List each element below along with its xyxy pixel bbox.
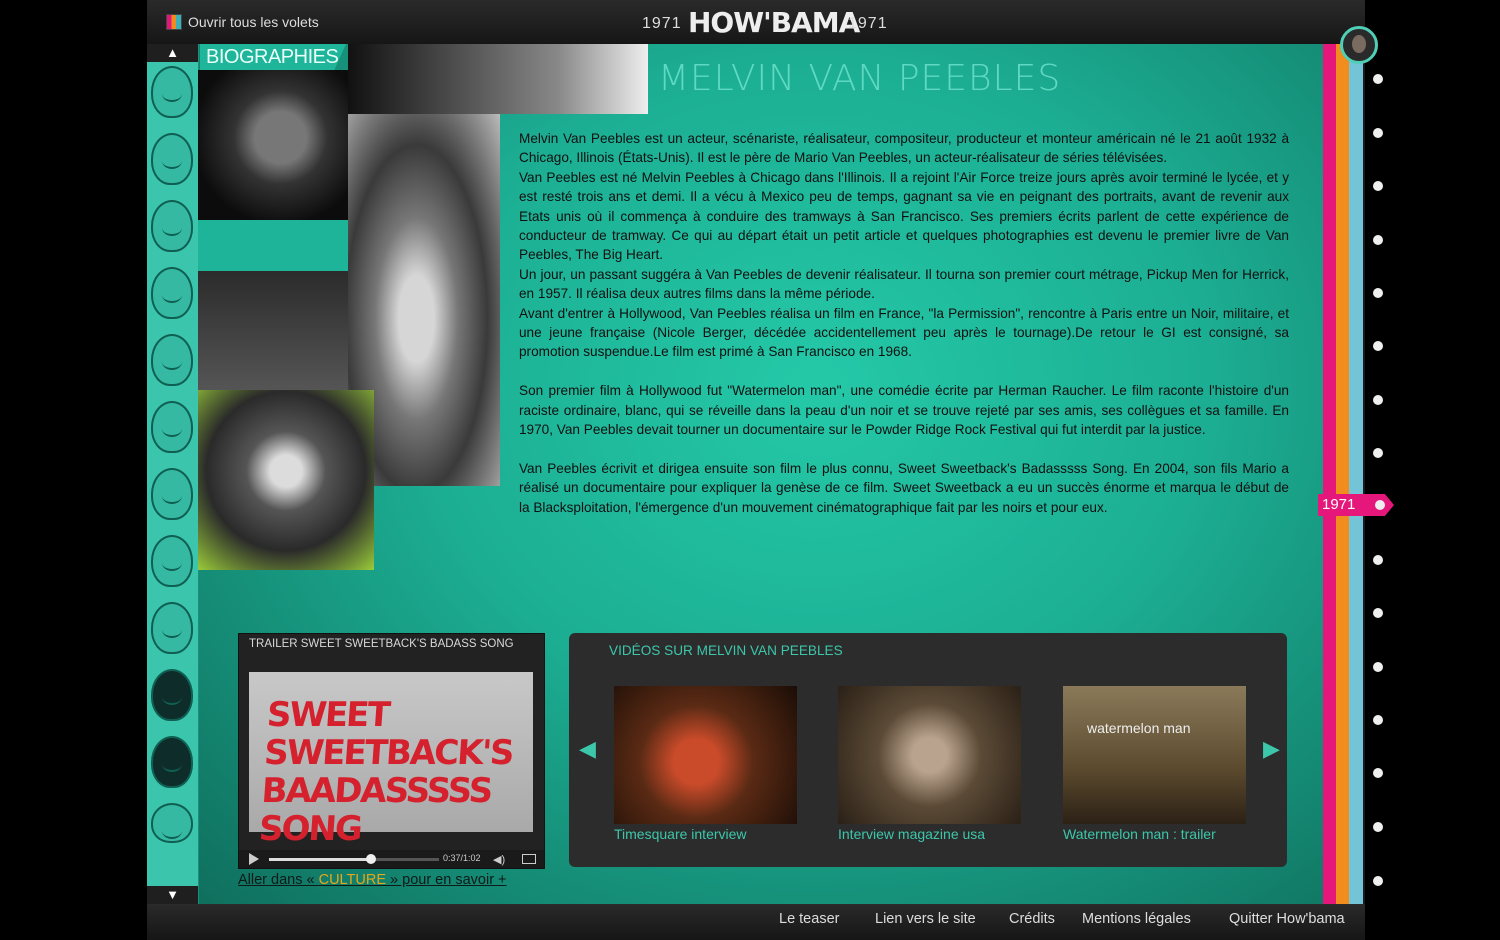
scroll-up-button[interactable]: ▲	[147, 44, 198, 62]
timeline-dot[interactable]	[1373, 555, 1383, 565]
fullscreen-icon[interactable]	[522, 854, 536, 864]
bio-paragraph: Van Peebles écrivit et dirigea ensuite s…	[519, 460, 1289, 515]
progress-fill	[269, 858, 371, 861]
portrait-face-icon[interactable]	[151, 334, 193, 386]
timeline-stripe-blue	[1349, 44, 1363, 904]
video-caption[interactable]: Interview magazine usa	[838, 826, 985, 842]
timeline-dot[interactable]	[1373, 395, 1383, 405]
rainbow-icon	[166, 14, 182, 30]
progress-bar[interactable]	[269, 854, 439, 864]
avatar[interactable]	[1340, 26, 1378, 64]
portrait-face-icon-selected[interactable]	[151, 669, 193, 721]
carousel-next-button[interactable]: ▶	[1263, 736, 1280, 762]
portrait-face-icon[interactable]	[151, 66, 193, 118]
timeline-dot[interactable]	[1373, 128, 1383, 138]
video-caption[interactable]: Timesquare interview	[614, 826, 747, 842]
video-caption[interactable]: Watermelon man : trailer	[1063, 826, 1216, 842]
portrait-sidebar: ▲ ▼	[147, 44, 199, 904]
videos-panel: VIDÉOS SUR MELVIN VAN PEEBLES ◀ ▶ Timesq…	[569, 633, 1287, 867]
bio-paragraph: Son premier film à Hollywood fut "Waterm…	[519, 383, 1289, 438]
footer-link-legal[interactable]: Mentions légales	[1082, 911, 1191, 927]
bio-paragraph: Van Peebles est né Melvin Peebles à Chic…	[519, 169, 1289, 263]
photo-collage-fill	[198, 220, 348, 390]
trailer-video-player[interactable]: TRAILER SWEET SWEETBACK'S BADASS SONG SW…	[238, 633, 545, 869]
thumbnail-image[interactable]	[838, 686, 1021, 824]
portrait-face-icon[interactable]	[151, 602, 193, 654]
timeline-dot[interactable]	[1373, 822, 1383, 832]
page-title: MELVIN VAN PEEBLES	[658, 58, 1062, 99]
timeline-dot[interactable]	[1373, 235, 1383, 245]
timeline-dot[interactable]	[1373, 181, 1383, 191]
video-thumbnail[interactable]: Timesquare interview	[614, 686, 797, 842]
timeline-dot[interactable]	[1373, 608, 1383, 618]
timeline-dot[interactable]	[1373, 715, 1383, 725]
timeline-current-year[interactable]: 1971	[1318, 494, 1394, 516]
footer-link-quit[interactable]: Quitter How'bama	[1229, 911, 1345, 927]
video-title-card: SWEET SWEETBACK'S BAADASSSSS SONG	[257, 695, 539, 849]
portrait-face-icon[interactable]	[151, 736, 193, 788]
footer-link-credits[interactable]: Crédits	[1009, 911, 1055, 927]
title-card-line: BAADASSSSS SONG	[257, 771, 493, 849]
portrait-face-icon[interactable]	[151, 468, 193, 520]
open-all-panels-button[interactable]: Ouvrir tous les volets	[166, 14, 319, 30]
video-screen[interactable]: SWEET SWEETBACK'S BAADASSSSS SONG	[249, 672, 533, 849]
timeline-stripe-orange	[1336, 44, 1349, 904]
bio-paragraph: Un jour, un passant suggéra à Van Peeble…	[519, 266, 1289, 302]
videos-panel-title: VIDÉOS SUR MELVIN VAN PEEBLES	[609, 643, 843, 658]
timeline-year-label: 1971	[1322, 496, 1356, 513]
play-icon[interactable]	[249, 853, 259, 865]
progress-knob[interactable]	[366, 854, 376, 864]
portrait-face-icon[interactable]	[151, 133, 193, 185]
section-tab-biographies: BIOGRAPHIES	[200, 44, 346, 70]
portrait-face-icon[interactable]	[151, 803, 193, 843]
portrait-photo-glasses	[348, 44, 648, 114]
header-year-right: 1971	[848, 15, 888, 32]
culture-link-suffix: » pour en savoir +	[386, 872, 507, 888]
carousel-prev-button[interactable]: ◀	[579, 736, 596, 762]
timeline-dot[interactable]	[1373, 341, 1383, 351]
volume-icon[interactable]: ◀)	[493, 853, 505, 866]
portrait-face-icon[interactable]	[151, 200, 193, 252]
timeline-dot[interactable]	[1373, 876, 1383, 886]
video-thumbnail[interactable]: Interview magazine usa	[838, 686, 1021, 842]
biography-text: Melvin Van Peebles est un acteur, scénar…	[519, 129, 1289, 517]
thumbnail-image[interactable]: watermelon man	[1063, 686, 1246, 824]
culture-link-prefix: Aller dans «	[238, 872, 319, 888]
timeline-dot[interactable]	[1373, 768, 1383, 778]
timeline-dot[interactable]	[1373, 662, 1383, 672]
footer-link-teaser[interactable]: Le teaser	[779, 911, 839, 927]
timeline-dot[interactable]	[1373, 74, 1383, 84]
title-card-line: SWEET SWEETBACK'S	[262, 695, 514, 773]
timeline-stripe-pink	[1323, 44, 1336, 904]
thumbnail-overlay-text: watermelon man	[1087, 720, 1191, 736]
video-thumbnail[interactable]: watermelon man Watermelon man : trailer	[1063, 686, 1246, 842]
bio-paragraph: Melvin Van Peebles est un acteur, scénar…	[519, 131, 1289, 166]
app-logo[interactable]: HOW'BAMA	[688, 6, 860, 39]
player-controls: 0:37/1:02 ◀)	[239, 850, 544, 868]
portrait-photo-cigar	[198, 70, 348, 220]
timeline-dot[interactable]	[1373, 448, 1383, 458]
scroll-down-button[interactable]: ▼	[147, 886, 198, 904]
portrait-photo-cap	[198, 390, 374, 570]
header-year-left: 1971	[642, 15, 682, 32]
portrait-face-icon[interactable]	[151, 535, 193, 587]
culture-link[interactable]: Aller dans « CULTURE » pour en savoir +	[238, 872, 507, 888]
portrait-face-icon[interactable]	[151, 267, 193, 319]
bio-paragraph: Avant d'entrer à Hollywood, Van Peebles …	[519, 305, 1289, 360]
thumbnail-image[interactable]	[614, 686, 797, 824]
timeline-dot[interactable]	[1375, 500, 1385, 510]
culture-link-highlight[interactable]: CULTURE	[319, 872, 386, 888]
footer-link-site[interactable]: Lien vers le site	[875, 911, 976, 927]
trailer-title: TRAILER SWEET SWEETBACK'S BADASS SONG	[249, 638, 514, 650]
open-all-label: Ouvrir tous les volets	[188, 14, 319, 30]
timeline-dot[interactable]	[1373, 288, 1383, 298]
time-readout: 0:37/1:02	[443, 853, 481, 863]
portrait-face-icon[interactable]	[151, 401, 193, 453]
